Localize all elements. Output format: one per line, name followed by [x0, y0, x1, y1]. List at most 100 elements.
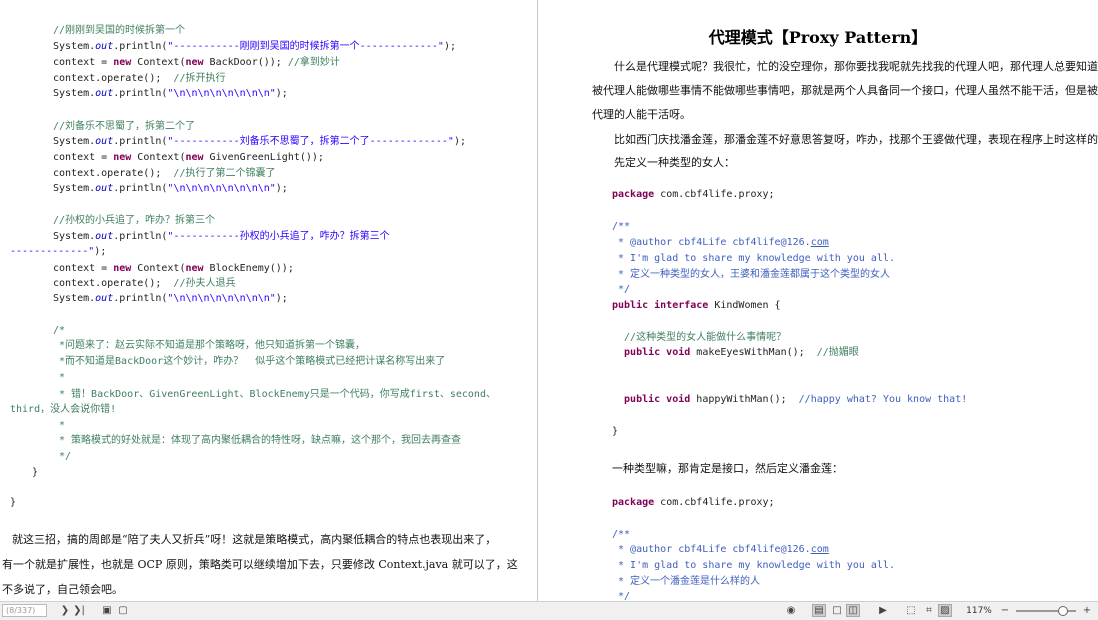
code-token: Context( — [131, 263, 186, 274]
code-token: */ — [53, 451, 72, 462]
code-line: //刚刚到吴国的时候拆第一个 — [53, 23, 185, 39]
crop-icon[interactable]: ⌗ — [922, 604, 936, 617]
code-line: * 定义一个潘金莲是什么样的人 — [612, 574, 760, 590]
code-token: //刚刚到吴国的时候拆第一个 — [53, 25, 186, 36]
code-line: context = new Context(new GivenGreenLigh… — [53, 150, 324, 166]
code-token: out — [95, 293, 114, 304]
code-token: out — [95, 41, 114, 52]
code-token: /** — [612, 529, 631, 540]
code-line: /** — [612, 219, 630, 235]
code-line: System.out.println("-----------刚刚到吴国的时候拆… — [53, 39, 456, 55]
code-token: //刘备乐不思蜀了，拆第二个了 — [53, 121, 196, 132]
code-token: out — [95, 88, 114, 99]
code-line: context.operate(); //执行了第二个锦囊了 — [53, 166, 275, 182]
last-page-icon[interactable]: ❯| — [72, 604, 86, 617]
code-token: .println( — [113, 231, 168, 242]
zoom-level[interactable]: 117% — [964, 604, 994, 617]
code-token: ); — [443, 41, 456, 52]
code-token: "-----------刘备乐不思蜀了，拆第二个了-------------" — [167, 136, 454, 147]
code-token: //happy what? You know that! — [798, 394, 968, 405]
code-line: } — [32, 465, 38, 481]
code-line: System.out.println("\n\n\n\n\n\n\n\n"); — [53, 291, 288, 307]
annotate-icon[interactable]: ▨ — [938, 604, 952, 617]
mid-text: 一种类型嘛，那肯定是接口，然后定义潘金莲： — [612, 462, 843, 475]
code-token: new — [113, 152, 132, 163]
eye-icon[interactable]: ◉ — [784, 604, 798, 617]
code-token: BlockEnemy()); — [203, 263, 294, 274]
code-token: package — [612, 189, 655, 200]
code-line: System.out.println("-----------刘备乐不思蜀了，拆… — [53, 134, 466, 150]
intro-line: 被代理人能做哪些事情不能做哪些事情吧，那就是两个人具备同一个接口，代理人虽然不能… — [592, 84, 1098, 97]
code-line: * 错！BackDoor、GivenGreenLight、BlockEnemy只… — [53, 387, 496, 403]
code-token: ); — [275, 183, 288, 194]
paragraph-line: 就这三招，搞的周郎是“陪了夫人又折兵”呀！这就是策略模式，高内聚低耦合的特点也表… — [12, 533, 497, 546]
code-token: ); — [453, 136, 466, 147]
code-token: happyWithMan(); — [690, 394, 799, 405]
code-line: public void makeEyesWithMan(); //抛媚眼 — [612, 345, 859, 361]
fit-icon[interactable]: ▢ — [116, 604, 130, 617]
code-token: "-----------孙权的小兵追了，咋办？拆第三个 — [167, 231, 390, 242]
code-token: * — [53, 420, 66, 431]
page-number-input[interactable]: (8/337) — [2, 604, 47, 617]
code-line: context.operate(); //拆开执行 — [53, 71, 225, 87]
fit-width-icon[interactable]: ⬚ — [904, 604, 918, 617]
code-token: "\n\n\n\n\n\n\n\n" — [167, 88, 276, 99]
code-token: new — [185, 57, 204, 68]
code-line: -------------"); — [10, 244, 106, 260]
code-token: context.operate(); — [53, 168, 174, 179]
zoom-slider-knob[interactable] — [1058, 606, 1068, 616]
code-token: new — [113, 57, 132, 68]
single-page-view-icon[interactable]: ▤ — [812, 604, 826, 617]
intro-line: 先定义一种类型的女人： — [614, 156, 735, 169]
code-token: * I'm glad to share my knowledge with yo… — [612, 253, 895, 264]
code-token: makeEyesWithMan(); — [690, 347, 817, 358]
code-token: System. — [53, 41, 96, 52]
code-line: * I'm glad to share my knowledge with yo… — [612, 251, 895, 267]
code-token: System. — [53, 88, 96, 99]
code-token: //这种类型的女人能做什么事情呢？ — [612, 332, 787, 343]
next-page-icon[interactable]: ❯ — [58, 604, 72, 617]
code-token: *而不知道是BackDoor这个妙计，咋办？ 似乎这个策略模式已经把计谋名称写出… — [53, 356, 446, 367]
play-icon[interactable]: ▶ — [876, 604, 890, 617]
code-token: third，没人会说你错! — [10, 404, 117, 415]
code-line: * 定义一种类型的女人，王婆和潘金莲都属于这个类型的女人 — [612, 267, 890, 283]
intro-line: 代理的人能干活呀。 — [592, 108, 691, 121]
two-page-view-icon[interactable]: ◫ — [846, 604, 860, 617]
code-token: * 错！BackDoor、GivenGreenLight、BlockEnemy只… — [53, 389, 496, 400]
code-token: .println( — [113, 41, 168, 52]
code-token: context.operate(); — [53, 73, 174, 84]
code-token: com.cbf4life.proxy; — [654, 189, 775, 200]
code-line: //孙权的小兵追了，咋办？拆第三个 — [53, 213, 215, 229]
code-token: * 定义一种类型的女人，王婆和潘金莲都属于这个类型的女人 — [612, 269, 891, 280]
code-line: */ — [612, 282, 630, 298]
code-token: com — [810, 237, 829, 248]
code-line: System.out.println("-----------孙权的小兵追了，咋… — [53, 229, 390, 245]
code-line: context = new Context(new BackDoor()); /… — [53, 55, 340, 71]
zoom-out-icon[interactable]: − — [998, 604, 1012, 617]
code-token: .println( — [113, 293, 168, 304]
code-token: -------------" — [10, 246, 95, 257]
code-line: package com.cbf4life.proxy; — [612, 187, 775, 203]
code-token: .println( — [113, 88, 168, 99]
code-token: out — [95, 231, 114, 242]
continuous-view-icon[interactable]: □ — [830, 604, 844, 617]
code-line: * 策略模式的好处就是：体现了高内聚低耦合的特性呀，缺点嘛，这个那个，我回去再查… — [53, 433, 461, 449]
code-token: System. — [53, 183, 96, 194]
code-token: public interface — [612, 300, 709, 311]
code-token: //执行了第二个锦囊了 — [173, 168, 276, 179]
code-token: public void — [612, 394, 691, 405]
code-token: out — [95, 136, 114, 147]
code-line: /** — [612, 527, 630, 543]
intro-line: 比如西门庆找潘金莲，那潘金莲不好意思答复呀，咋办，找那个王婆做代理，表现在程序上… — [614, 133, 1098, 146]
export-icon[interactable]: ▣ — [100, 604, 114, 617]
code-line: System.out.println("\n\n\n\n\n\n\n\n"); — [53, 181, 288, 197]
code-token: ); — [275, 293, 288, 304]
zoom-in-icon[interactable]: + — [1080, 604, 1094, 617]
code-line: *而不知道是BackDoor这个妙计，咋办？ 似乎这个策略模式已经把计谋名称写出… — [53, 354, 445, 370]
code-line: package com.cbf4life.proxy; — [612, 495, 775, 511]
code-line: //这种类型的女人能做什么事情呢？ — [612, 330, 786, 346]
code-token: GivenGreenLight()); — [203, 152, 324, 163]
code-line: context.operate(); //孙夫人退兵 — [53, 276, 235, 292]
code-line: //刘备乐不思蜀了，拆第二个了 — [53, 119, 195, 135]
code-token: new — [185, 263, 204, 274]
